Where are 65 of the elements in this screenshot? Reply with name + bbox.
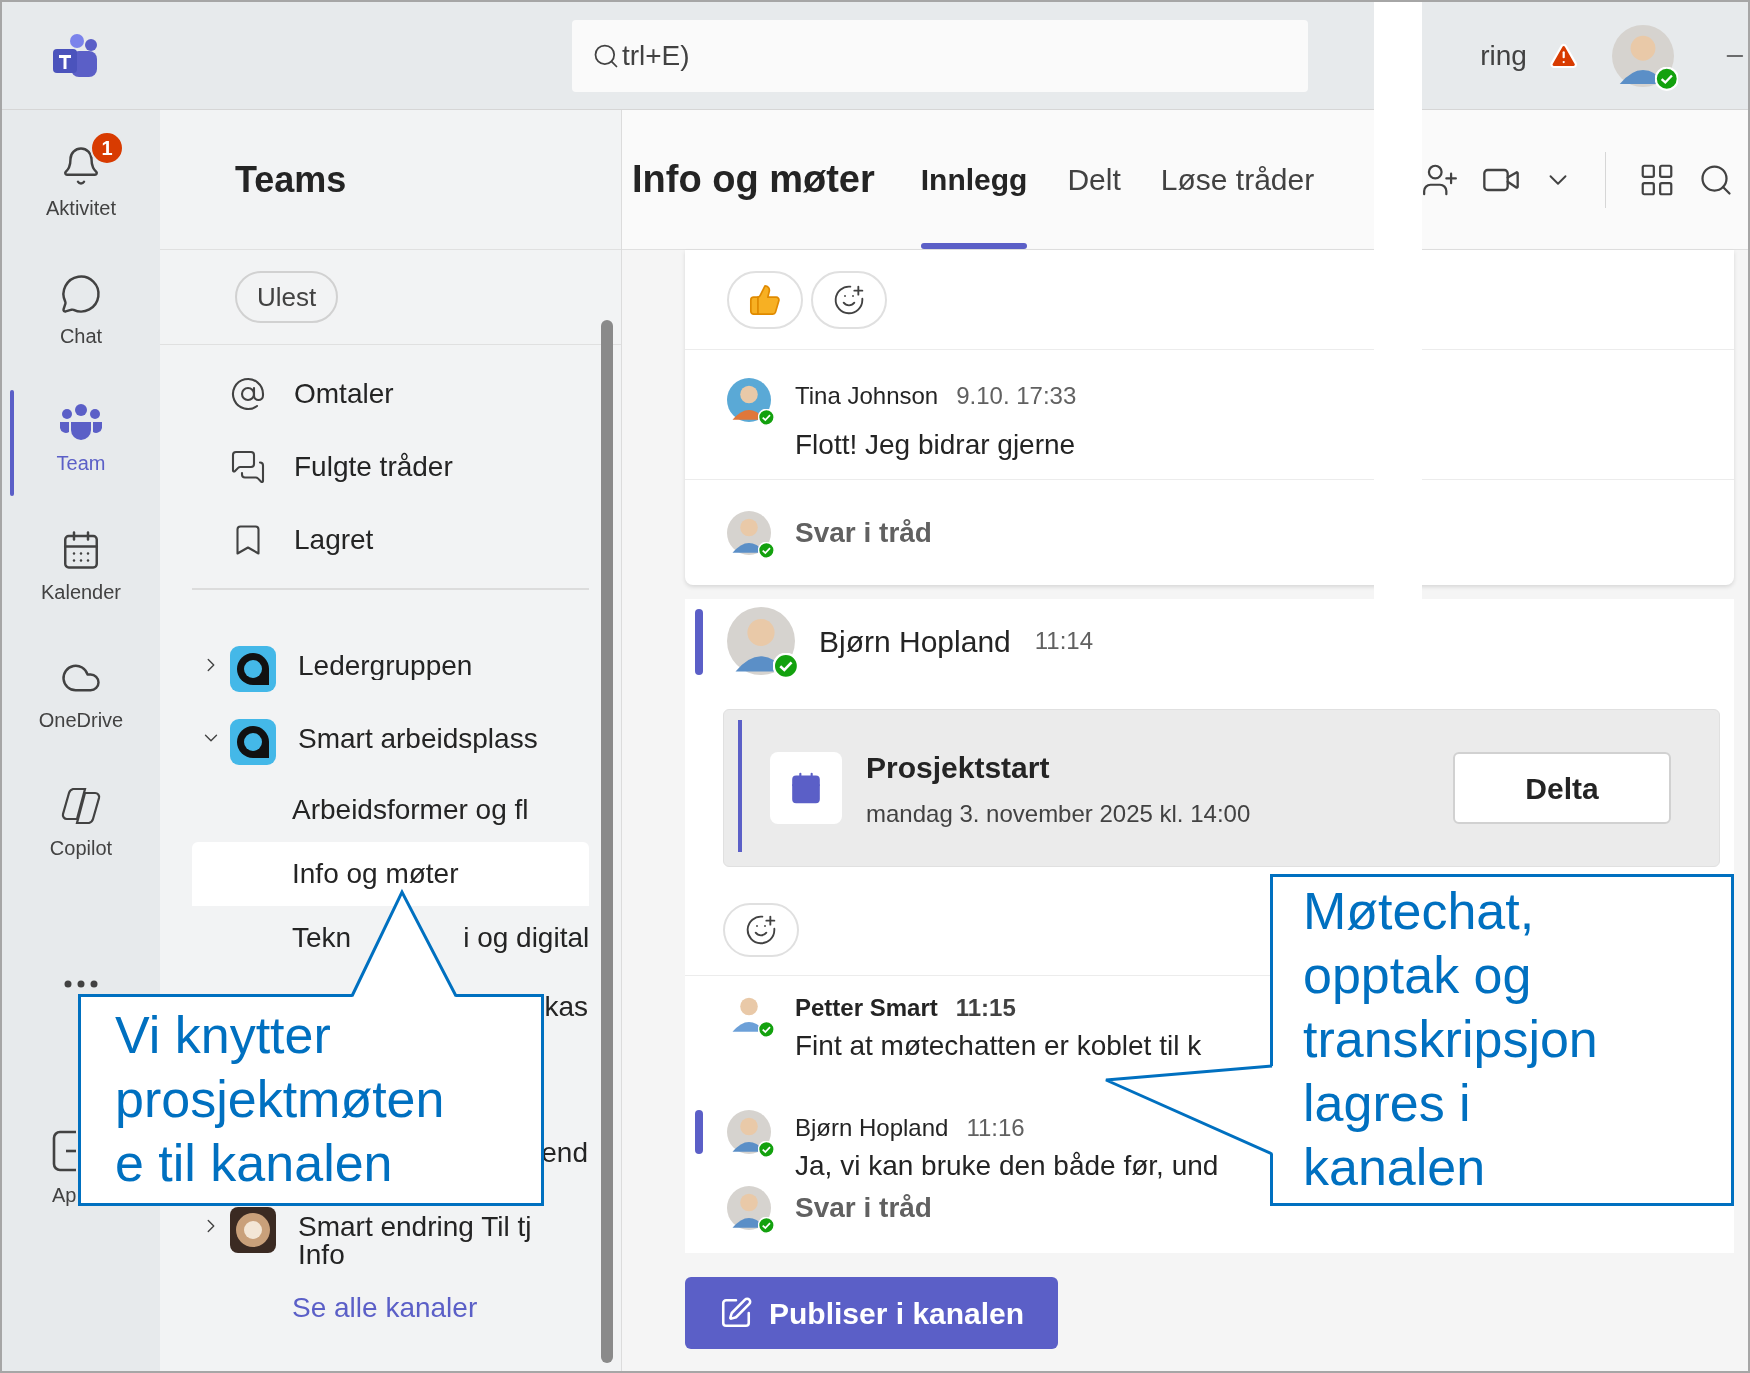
callout-box: Møtechat, opptak og transkripsjon lagres i kanalen (1270, 874, 1734, 1206)
message-time: 11:16 (966, 1113, 1025, 1143)
join-button[interactable]: Delta (1453, 752, 1671, 824)
quick-link[interactable]: Lagret (160, 503, 621, 576)
channel-tab[interactable]: Innlegg (920, 110, 1028, 249)
channel-item[interactable]: Arbeidsformer og fl (192, 778, 589, 842)
quick-link[interactable]: Fulgte tråder (160, 430, 621, 503)
author-name: Bjørn Hopland (819, 623, 1011, 660)
hidden-item-text: end (541, 1135, 588, 1170)
thread-marker (695, 609, 703, 675)
followed-threads-icon (230, 448, 266, 485)
channel-group-row[interactable]: Smart arbeidsplass (160, 705, 621, 778)
callout-box: Vi knytter prosjektmøten e til kanalen (78, 994, 544, 1206)
coffee-icon (230, 1207, 276, 1253)
scrollbar[interactable] (601, 320, 613, 1363)
message-time: 11:14 (1034, 626, 1094, 656)
people-icon (59, 402, 103, 442)
panel-title: Teams (235, 157, 347, 202)
copilot-icon (59, 785, 103, 827)
quick-link[interactable]: Omtaler (160, 357, 621, 430)
emoji-add-icon (833, 283, 865, 316)
channel-tab[interactable]: Løse tråder (1160, 110, 1315, 249)
calendar-icon (789, 771, 823, 805)
author-name: Bjørn Hopland (795, 1113, 949, 1143)
channel-group-row[interactable]: Smart endring Til tj Info (160, 1207, 621, 1277)
author-name: Tina Johnson (795, 381, 939, 411)
more-icon[interactable] (64, 980, 98, 988)
author-name: Petter Smart (795, 993, 938, 1023)
thumbs-up-icon (748, 282, 782, 317)
add-reaction-button[interactable] (811, 270, 887, 329)
notification-badge: 1 (90, 131, 124, 165)
message-text: Fint at møtechatten er koblet til k (795, 1030, 1202, 1062)
channel-group-row[interactable]: Ledergruppen (160, 632, 621, 705)
rail-item[interactable]: OneDrive (2, 632, 160, 760)
message-time: 9.10. 17:33 (956, 381, 1077, 411)
hidden-item-text: kas (544, 989, 588, 1024)
apps-icon (52, 1130, 76, 1172)
app-logo-icon (51, 32, 100, 79)
channel-tab[interactable]: Delt (1067, 110, 1121, 249)
emoji-add-icon (745, 914, 777, 946)
mention-icon (230, 375, 266, 412)
organization-name: ring (1480, 38, 1527, 73)
rail-item[interactable]: Kalender (2, 504, 160, 632)
unread-filter-chip[interactable]: Ulest (235, 271, 339, 323)
compose-icon (719, 1296, 753, 1330)
team-logo-icon (230, 719, 276, 765)
channel-item[interactable]: Tekn i og digital (192, 906, 589, 970)
search-field[interactable]: trl+E) (571, 19, 1309, 92)
rail-item[interactable]: Chat (2, 248, 160, 376)
rail-item[interactable]: Team (2, 376, 160, 504)
meeting-title: Prosjektstart (866, 749, 1051, 786)
message-text: Flott! Jeg bidrar gjerne (795, 428, 1077, 462)
rail-item[interactable]: 1 Aktivitet (2, 120, 160, 248)
channel-title: Info og møter (632, 157, 875, 202)
add-reaction-button[interactable] (723, 903, 799, 957)
team-logo-icon (230, 646, 276, 692)
publish-button[interactable]: Publiser i kanalen (685, 1277, 1059, 1349)
message-time: 11:15 (955, 993, 1016, 1023)
rail-item[interactable]: Ap (52, 1130, 78, 1210)
chat-icon (60, 273, 102, 315)
meeting-time: mandag 3. november 2025 kl. 14:00 (866, 798, 1251, 829)
rail-item[interactable]: Copilot (2, 760, 160, 888)
like-reaction-button[interactable] (727, 270, 803, 329)
message-text: Ja, vi kan bruke den både før, und (795, 1150, 1219, 1182)
see-all-channels-link[interactable]: Se alle kanaler (292, 1292, 478, 1323)
